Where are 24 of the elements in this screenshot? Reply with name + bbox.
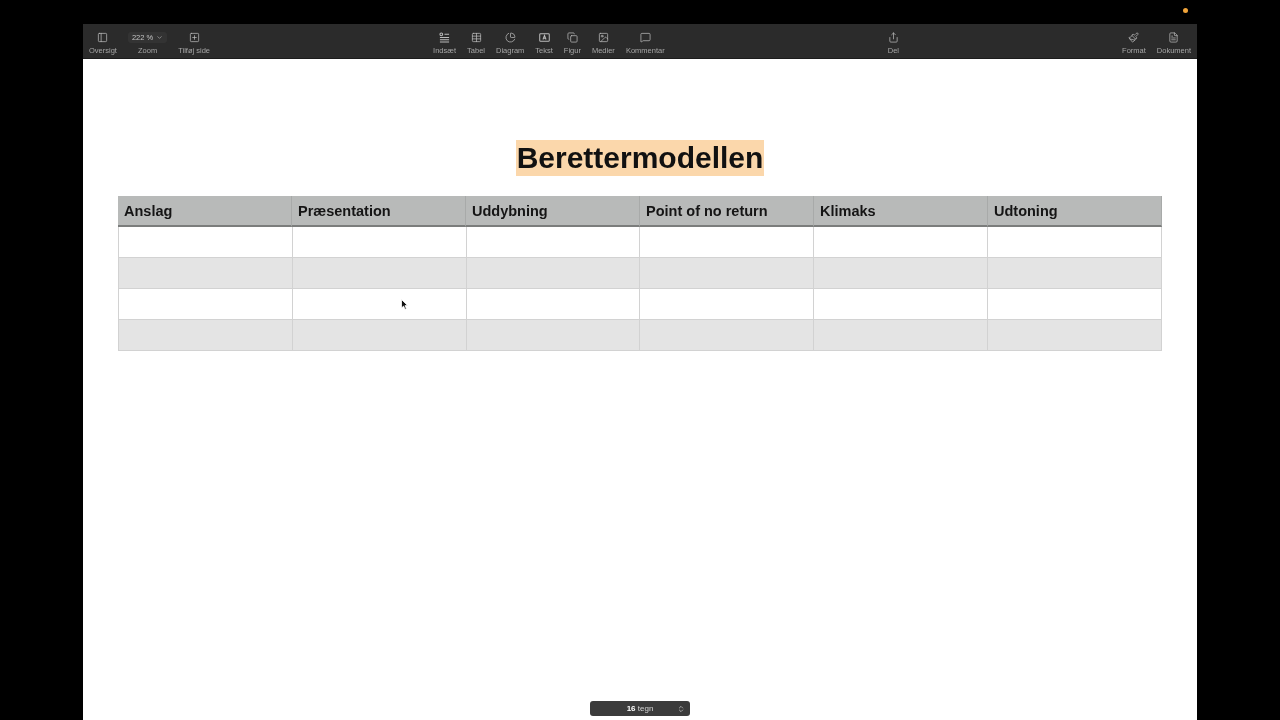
- table-header-cell: Klimaks: [814, 196, 988, 227]
- share-icon: [887, 32, 899, 43]
- image-icon: [597, 32, 609, 43]
- paintbrush-icon: [1128, 32, 1140, 43]
- table-header-cell: Anslag: [118, 196, 292, 227]
- document-title: Berettermodellen: [515, 140, 765, 176]
- character-count-button[interactable]: 16 tegn: [590, 701, 690, 716]
- mouse-pointer-icon: [401, 299, 408, 310]
- chevrons-up-down-icon: [677, 704, 685, 713]
- table-header-cell: Point of no return: [640, 196, 814, 227]
- pie-chart-icon: [504, 32, 516, 43]
- chevron-down-icon: [156, 34, 164, 41]
- speech-bubble-icon: [639, 32, 651, 43]
- list-icon: [439, 32, 451, 43]
- text-box-icon: [538, 32, 550, 43]
- document-icon: [1168, 32, 1180, 43]
- table-header-cell: Uddybning: [466, 196, 640, 227]
- table-icon: [470, 32, 482, 43]
- plus-square-icon: [188, 32, 200, 43]
- overlapping-squares-icon: [566, 32, 578, 43]
- status-dot-icon: [1183, 8, 1188, 13]
- sidebar-panel-icon: [97, 32, 109, 43]
- table-header-cell: Udtoning: [988, 196, 1162, 227]
- table-header-cell: Præsentation: [292, 196, 466, 227]
